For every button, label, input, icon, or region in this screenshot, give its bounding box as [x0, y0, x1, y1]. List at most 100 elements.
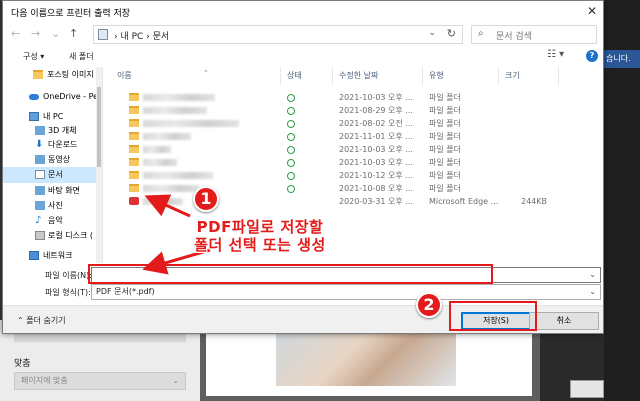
close-icon[interactable]: ✕ [587, 4, 597, 18]
sync-status-icon [287, 94, 295, 102]
blurred-filename [143, 133, 191, 140]
blurred-filename [143, 120, 239, 127]
folder-icon [33, 70, 43, 79]
table-row[interactable]: 2021-08-02 오전 ... 파일 폴더 [111, 117, 603, 130]
sidebar-item-label: 네트워크 [43, 251, 73, 260]
sidebar-item-label: 바탕 화면 [48, 186, 80, 195]
filetype-row: 파일 형식(T): PDF 문서(*.pdf) ⌄ [3, 284, 603, 300]
disk-icon [35, 231, 45, 240]
refresh-icon[interactable]: ↻ [447, 27, 456, 40]
chevron-down-icon: ⌄ [172, 376, 179, 385]
sidebar-item-pictures[interactable]: 사진 [3, 198, 102, 214]
hide-folders-toggle[interactable]: ⌃ 폴더 숨기기 [17, 315, 66, 326]
table-row[interactable]: 2020-03-31 오후 ... Microsoft Edge ... 244… [111, 195, 603, 208]
up-arrow-icon[interactable]: ↑ [69, 27, 78, 40]
sidebar-item-posting-images[interactable]: 포스팅 이미지 [3, 67, 102, 83]
breadcrumb[interactable]: › 내 PC › 문서 [114, 29, 169, 42]
filename-highlight-box [88, 264, 493, 284]
type-cell: 파일 폴더 [429, 145, 461, 154]
search-input[interactable]: ⌕ 문서 검색 [471, 25, 597, 44]
background-right-strip: 습니다. [604, 0, 640, 401]
table-row[interactable]: 2021-10-03 오후 ... 파일 폴더 [111, 156, 603, 169]
scrollbar-thumb[interactable] [97, 87, 101, 167]
column-header-label: 유형 [429, 71, 444, 80]
type-cell: 파일 폴더 [429, 93, 461, 102]
modified-cell: 2021-10-03 오후 ... [339, 93, 413, 102]
help-icon[interactable]: ? [586, 50, 598, 62]
size-cell: 244KB [521, 197, 548, 206]
table-row[interactable]: 2021-10-12 오후 ... 파일 폴더 [111, 169, 603, 182]
type-cell: 파일 폴더 [429, 106, 461, 115]
3d-objects-icon [35, 126, 45, 135]
address-bar[interactable]: › 내 PC › 문서 ⌄ ↻ [93, 25, 463, 44]
sort-ascending-icon: ⌃ [203, 69, 209, 77]
table-row[interactable]: 2021-11-01 오후 ... 파일 폴더 [111, 130, 603, 143]
edge-pdf-icon [129, 197, 139, 205]
sidebar-item-videos[interactable]: 동영상 [3, 152, 102, 168]
sidebar-item-network[interactable]: 네트워크 [3, 248, 102, 263]
column-header-name[interactable]: 이름 ⌃ [111, 67, 281, 85]
table-row[interactable]: 2021-10-03 오후 ... 파일 폴더 [111, 143, 603, 156]
sidebar-item-label: OneDrive - Per [43, 92, 102, 101]
chevron-down-icon: ⌄ [589, 287, 596, 296]
sidebar-item-downloads[interactable]: ⬇ 다운로드 [3, 137, 102, 153]
chevron-down-icon[interactable]: ⌄ [428, 28, 436, 38]
back-arrow-icon[interactable]: ← [11, 27, 20, 40]
annotation-line-1: PDF파일로 저장할 [196, 218, 324, 236]
sidebar-item-onedrive[interactable]: OneDrive - Per [3, 89, 102, 105]
filetype-label: 파일 형식(T): [45, 288, 91, 297]
column-header-label: 수정한 날짜 [339, 71, 379, 80]
save-highlight-box [449, 301, 537, 331]
background-button[interactable] [570, 380, 604, 398]
pc-icon [29, 112, 39, 121]
blurred-filename [143, 159, 177, 166]
column-header-modified[interactable]: 수정한 날짜 [333, 67, 423, 85]
sync-status-icon [287, 133, 295, 141]
folder-icon [129, 158, 139, 166]
table-row[interactable]: 2021-08-29 오후 ... 파일 폴더 [111, 104, 603, 117]
sidebar-item-label: 포스팅 이미지 [47, 70, 94, 79]
cancel-button[interactable]: 취소 [529, 312, 599, 330]
document-icon [35, 170, 45, 179]
sync-status-icon [287, 107, 295, 115]
recent-locations-icon[interactable]: ⌄ [51, 27, 60, 40]
sidebar-item-label: 사진 [48, 201, 63, 210]
sidebar-item-label: 다운로드 [48, 140, 78, 149]
chevron-down-icon[interactable]: ⌄ [589, 268, 596, 282]
column-header-size[interactable]: 크기 [499, 67, 559, 85]
blurred-filename [143, 172, 213, 179]
type-cell: 파일 폴더 [429, 132, 461, 141]
sync-status-icon [287, 146, 295, 154]
column-header-label: 상태 [287, 71, 302, 80]
step-2-badge: 2 [416, 292, 442, 318]
annotation-text: PDF파일로 저장할 폴더 선택 또는 생성 [170, 218, 350, 254]
sidebar-item-desktop[interactable]: 바탕 화면 [3, 183, 102, 199]
table-row[interactable]: 2021-10-08 오후 ... 파일 폴더 [111, 182, 603, 195]
table-row[interactable]: 2021-10-03 오후 ... 파일 폴더 [111, 91, 603, 104]
sidebar-item-label: 동영상 [48, 155, 71, 164]
sidebar-item-label: 로컬 디스크 ( [48, 231, 94, 240]
sidebar-item-music[interactable]: ♪ 음악 [3, 213, 102, 229]
new-folder-button[interactable]: 새 폴더 [69, 51, 94, 62]
sidebar-item-documents[interactable]: 문서 [3, 167, 102, 183]
folder-icon [129, 93, 139, 101]
folder-icon [129, 132, 139, 140]
dialog-titlebar: 다음 이름으로 프린터 출력 저장 ✕ [3, 1, 603, 23]
type-cell: 파일 폴더 [429, 119, 461, 128]
view-options-icon[interactable]: ☷ ▾ [547, 49, 564, 60]
modified-cell: 2021-10-08 오후 ... [339, 184, 413, 193]
blurred-filename [143, 198, 183, 205]
column-header-status[interactable]: 상태 [281, 67, 333, 85]
type-cell: Microsoft Edge ... [429, 197, 499, 206]
organize-button[interactable]: 구성 ▾ [23, 51, 44, 62]
column-header-type[interactable]: 유형 [423, 67, 499, 85]
fit-select-value: 페이지에 맞춤 [21, 376, 68, 385]
forward-arrow-icon[interactable]: → [31, 27, 40, 40]
download-icon: ⬇ [35, 139, 44, 150]
filetype-select[interactable]: PDF 문서(*.pdf) ⌄ [91, 284, 601, 300]
sidebar-item-local-disk[interactable]: 로컬 디스크 ( [3, 228, 102, 244]
fit-select[interactable]: 페이지에 맞춤 ⌄ [14, 372, 186, 390]
fit-label: 맞춤 [14, 359, 31, 369]
address-row: ← → ⌄ ↑ › 내 PC › 문서 ⌄ ↻ ⌕ 문서 검색 [3, 23, 603, 47]
sidebar-scrollbar[interactable] [96, 67, 102, 263]
